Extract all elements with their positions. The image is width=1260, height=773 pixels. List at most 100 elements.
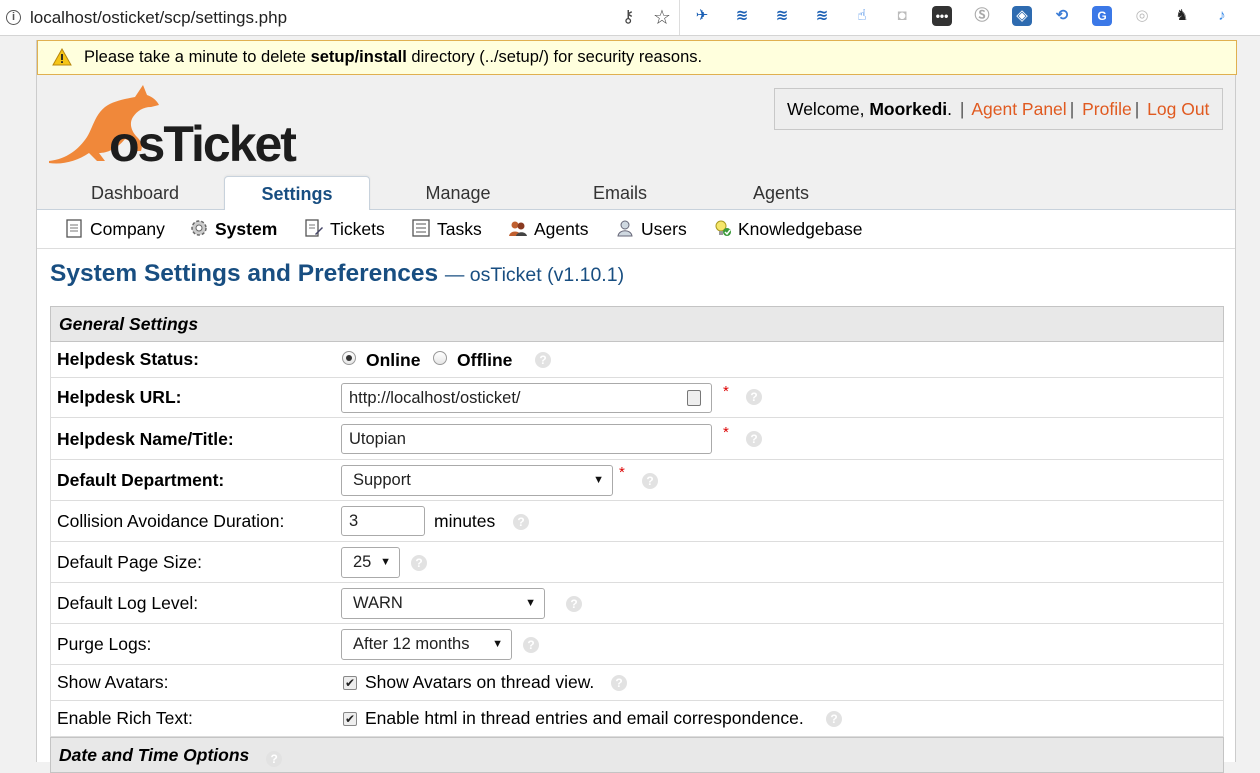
- rich-text-checkbox[interactable]: ✔: [343, 712, 357, 726]
- helpdesk-url-label: Helpdesk URL:: [57, 387, 182, 407]
- online-option-label[interactable]: Online: [366, 350, 420, 371]
- agents-icon: [509, 221, 527, 236]
- purge-logs-select[interactable]: After 12 months ▼: [341, 629, 512, 660]
- subnav-users[interactable]: Users: [615, 217, 687, 241]
- collision-duration-label: Collision Avoidance Duration:: [57, 511, 285, 531]
- key-icon[interactable]: ⚷: [622, 7, 634, 27]
- help-icon[interactable]: ?: [746, 431, 762, 447]
- subnav-company[interactable]: Company: [64, 217, 165, 241]
- online-radio[interactable]: [342, 351, 356, 365]
- steem-extension-icon-3[interactable]: ≋: [812, 6, 832, 26]
- help-icon[interactable]: ?: [826, 711, 842, 727]
- dots-extension-icon[interactable]: •••: [932, 6, 952, 26]
- browser-toolbar: i localhost/osticket/scp/settings.php ⚷ …: [0, 0, 1260, 36]
- offline-radio[interactable]: [433, 351, 447, 365]
- page-size-value: 25: [353, 553, 372, 571]
- setup-warning-banner: Please take a minute to delete setup/ins…: [37, 40, 1237, 75]
- subnav-agents[interactable]: Agents: [508, 217, 588, 241]
- log-out-link[interactable]: Log Out: [1147, 99, 1209, 119]
- welcome-text: Welcome,: [787, 99, 870, 119]
- required-mark: *: [723, 424, 729, 441]
- helpdesk-url-value: http://localhost/osticket/: [349, 389, 521, 407]
- steem-extension-icon-2[interactable]: ≋: [772, 6, 792, 26]
- rich-text-row: Enable Rich Text: ✔ Enable html in threa…: [50, 701, 1224, 737]
- blue-extension-icon[interactable]: ♪: [1212, 6, 1232, 26]
- chevron-down-icon: ▼: [492, 638, 503, 650]
- lightbulb-icon: [715, 220, 731, 236]
- default-department-select[interactable]: Support ▼: [341, 465, 613, 496]
- helpdesk-name-label: Helpdesk Name/Title:: [57, 429, 234, 449]
- default-department-row: Default Department: Support ▼ * ?: [50, 460, 1224, 501]
- osticket-logo[interactable]: osTicket: [47, 79, 307, 172]
- subnav-tickets[interactable]: Tickets: [304, 217, 385, 241]
- help-icon[interactable]: ?: [566, 596, 582, 612]
- help-icon[interactable]: ?: [513, 514, 529, 530]
- helpdesk-url-input[interactable]: http://localhost/osticket/: [341, 383, 712, 413]
- help-icon[interactable]: ?: [523, 637, 539, 653]
- puzzle-extension-icon[interactable]: ◈: [1012, 6, 1032, 26]
- help-icon[interactable]: ?: [611, 675, 627, 691]
- version-text: — osTicket (v1.10.1): [444, 264, 625, 286]
- helpdesk-status-label: Helpdesk Status:: [57, 349, 199, 369]
- info-icon[interactable]: i: [6, 10, 21, 25]
- log-level-value: WARN: [353, 594, 403, 612]
- show-avatars-checkbox-label[interactable]: Show Avatars on thread view.: [365, 672, 594, 693]
- general-settings-header: General Settings: [50, 306, 1224, 342]
- owl-extension-icon[interactable]: ♞: [1172, 6, 1192, 26]
- steem-extension-icon[interactable]: ≋: [732, 6, 752, 26]
- page-size-row: Default Page Size: 25 ▼ ?: [50, 542, 1224, 583]
- tab-dashboard[interactable]: Dashboard: [77, 176, 193, 210]
- agent-panel-link[interactable]: Agent Panel: [971, 99, 1066, 119]
- help-icon[interactable]: ?: [535, 352, 551, 368]
- user-name: Moorkedi: [869, 99, 948, 119]
- ticket-edit-icon: [305, 219, 323, 237]
- helpdesk-name-input[interactable]: Utopian: [341, 424, 712, 454]
- grey-extension-icon[interactable]: ◎: [1132, 6, 1152, 26]
- subnav-company-label: Company: [90, 219, 165, 239]
- minutes-unit-label: minutes: [434, 511, 496, 531]
- help-icon[interactable]: ?: [266, 751, 283, 767]
- log-level-select[interactable]: WARN ▼: [341, 588, 545, 619]
- subnav-knowledgebase-label: Knowledgebase: [738, 219, 863, 239]
- subnav-knowledgebase[interactable]: Knowledgebase: [712, 217, 863, 241]
- google-translate-icon[interactable]: G: [1092, 6, 1112, 26]
- help-icon[interactable]: ?: [642, 473, 658, 489]
- help-icon[interactable]: ?: [411, 555, 427, 571]
- profile-link[interactable]: Profile: [1082, 99, 1132, 119]
- page-title-text: System Settings and Preferences: [50, 260, 439, 287]
- hand-extension-icon[interactable]: ☝: [852, 6, 872, 26]
- helpdesk-url-row: Helpdesk URL: http://localhost/osticket/…: [50, 378, 1224, 418]
- bookmark-star-icon[interactable]: ☆: [653, 5, 671, 30]
- camera-extension-icon[interactable]: ◘: [892, 6, 912, 26]
- required-mark: *: [723, 383, 729, 400]
- subnav-system[interactable]: System: [189, 217, 277, 241]
- helpdesk-status-row: Helpdesk Status: Online Offline ?: [50, 342, 1224, 378]
- collision-duration-input[interactable]: 3: [341, 506, 425, 536]
- autofill-icon[interactable]: [687, 390, 701, 406]
- page-size-select[interactable]: 25 ▼: [341, 547, 400, 578]
- warning-text-prefix: Please take a minute to delete: [84, 48, 311, 66]
- rich-text-checkbox-label[interactable]: Enable html in thread entries and email …: [365, 708, 804, 729]
- address-bar[interactable]: i localhost/osticket/scp/settings.php ⚷ …: [0, 0, 680, 35]
- tab-agents[interactable]: Agents: [731, 176, 831, 210]
- tab-emails[interactable]: Emails: [570, 176, 670, 210]
- separator: |: [959, 99, 965, 119]
- tab-settings[interactable]: Settings: [224, 176, 370, 211]
- offline-option-label[interactable]: Offline: [457, 350, 512, 371]
- welcome-after-name: .: [947, 99, 957, 119]
- collision-duration-row: Collision Avoidance Duration: 3 minutes …: [50, 501, 1224, 542]
- rich-text-label: Enable Rich Text:: [57, 708, 193, 728]
- subnav-tasks[interactable]: Tasks: [411, 217, 482, 241]
- subnav-tasks-label: Tasks: [437, 219, 482, 239]
- help-icon[interactable]: ?: [746, 389, 762, 405]
- purge-logs-value: After 12 months: [353, 635, 470, 653]
- address-bar-url[interactable]: localhost/osticket/scp/settings.php: [30, 8, 287, 28]
- skype-extension-icon[interactable]: Ⓢ: [972, 6, 992, 26]
- subnav-agents-label: Agents: [534, 219, 589, 239]
- translate-extension-icon[interactable]: ⟲: [1052, 6, 1072, 26]
- tasks-icon: [412, 219, 430, 237]
- logo-wordmark: osTicket: [109, 116, 297, 172]
- tab-manage[interactable]: Manage: [404, 176, 512, 210]
- show-avatars-checkbox[interactable]: ✔: [343, 676, 357, 690]
- plane-extension-icon[interactable]: ✈: [692, 6, 712, 26]
